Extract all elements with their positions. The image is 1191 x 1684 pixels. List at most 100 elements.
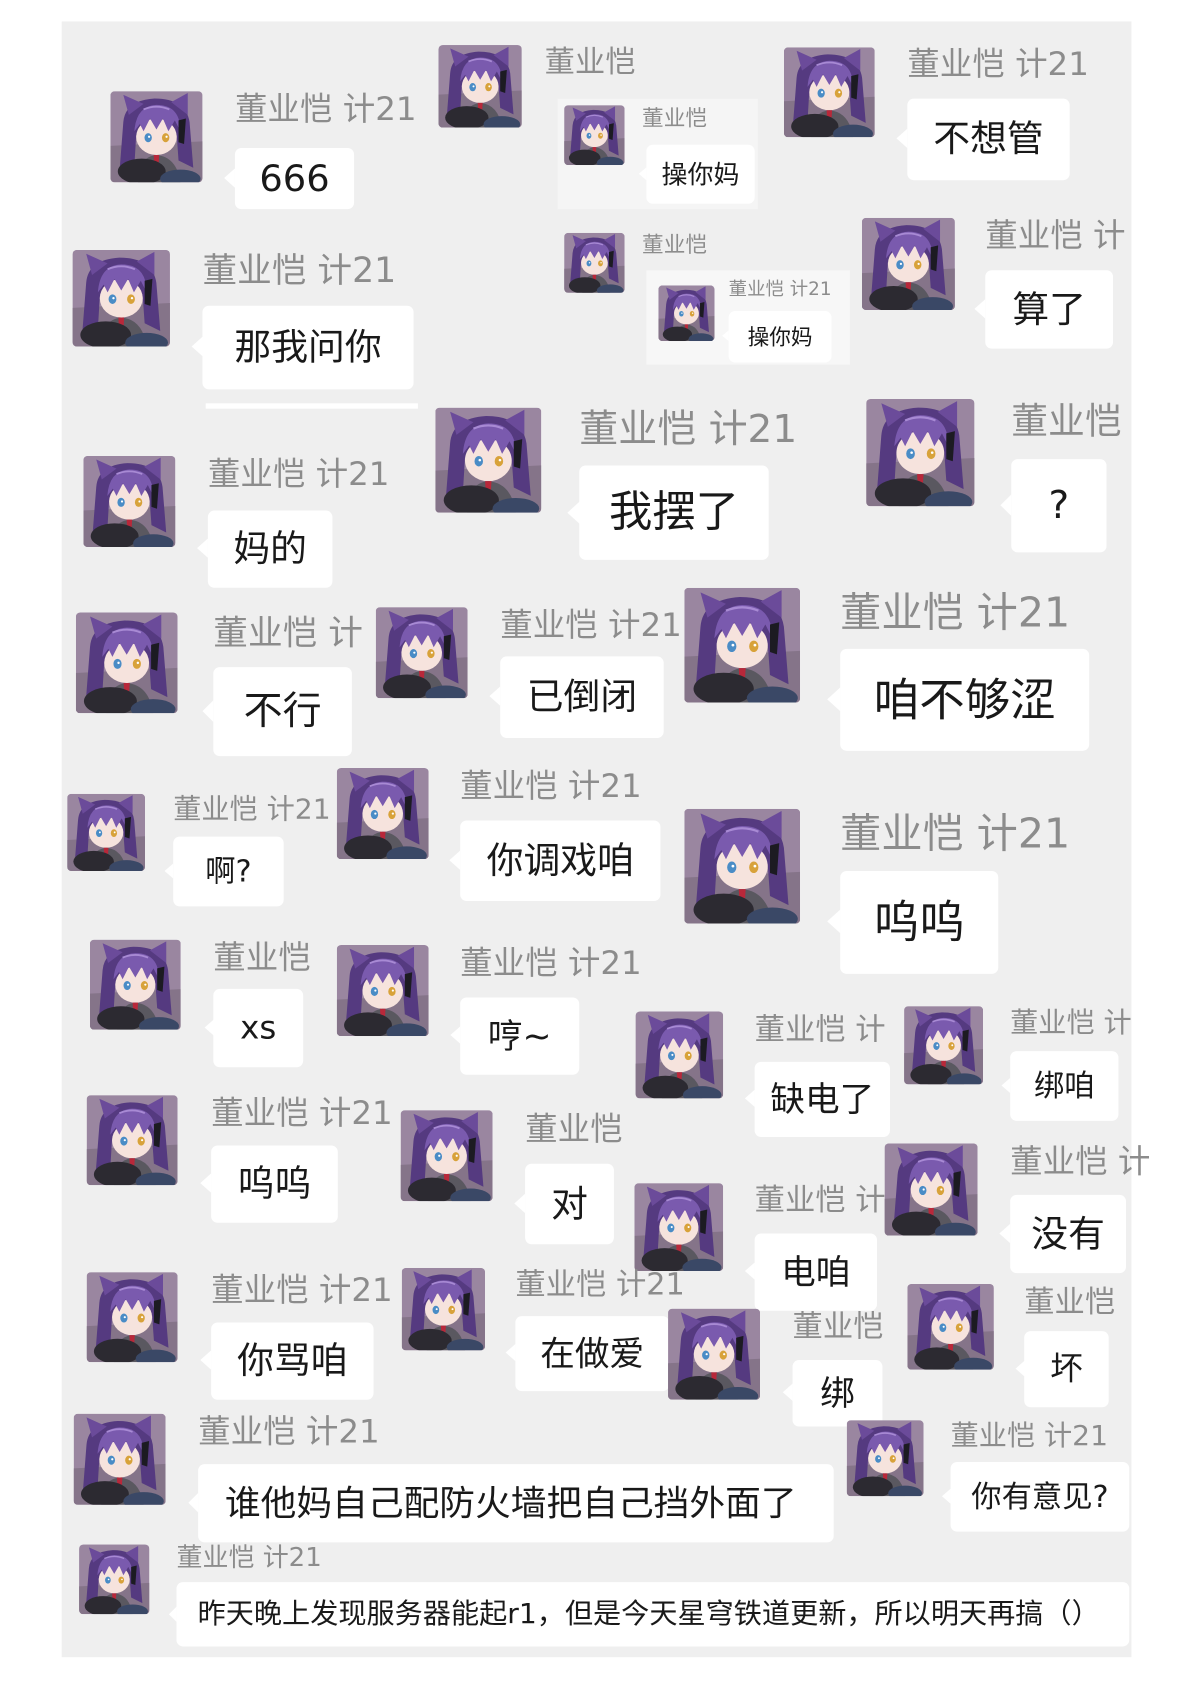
avatar[interactable] (684, 809, 800, 924)
quoted-avatar[interactable] (658, 285, 714, 341)
avatar[interactable] (83, 456, 175, 547)
sender-name: 董业恺 计21 (840, 588, 1071, 637)
message-bubble: 绑 (782, 1360, 883, 1427)
quoted-avatar[interactable] (564, 105, 625, 165)
avatar-image (907, 1284, 994, 1370)
avatar[interactable] (376, 607, 468, 698)
avatar[interactable] (907, 1284, 994, 1370)
sender-name: 董业恺 计21 (579, 407, 798, 452)
avatar-image (904, 1006, 983, 1084)
sender-name: 董业恺 (1011, 400, 1122, 443)
sender-name: 董业恺 计21 (460, 944, 642, 983)
message-bubble: xs (204, 988, 304, 1068)
white-divider (205, 403, 418, 409)
avatar-image (87, 1095, 178, 1185)
sender-name: 董业恺 (1024, 1283, 1116, 1320)
avatar-image (74, 1414, 166, 1505)
message-bubble: 电咱 (744, 1233, 877, 1311)
message-bubble: 哼~ (450, 997, 580, 1075)
avatar-image (784, 47, 875, 137)
message-bubble: 不行 (202, 667, 352, 757)
sender-name: 董业恺 计21 (202, 249, 397, 291)
sender-name: 董业恺 计21 (950, 1420, 1108, 1453)
avatar[interactable] (634, 1183, 723, 1271)
sender-name: 董业恺 计 (1010, 1007, 1132, 1040)
avatar[interactable] (885, 1143, 978, 1235)
message-bubble: 缺电了 (744, 1061, 890, 1137)
avatar-image (79, 1545, 149, 1615)
message-bubble: 你骂咱 (200, 1322, 374, 1400)
message-bubble: 咱不够涩 (827, 648, 1090, 751)
message-bubble: 呜呜 (827, 870, 999, 974)
message-bubble: 绑咱 (1001, 1051, 1119, 1121)
avatar[interactable] (337, 945, 429, 1036)
avatar[interactable] (74, 1414, 166, 1505)
avatar[interactable] (337, 768, 429, 859)
avatar[interactable] (866, 399, 974, 506)
message-bubble: 在做爱 (505, 1316, 670, 1392)
avatar[interactable] (90, 940, 181, 1030)
avatar[interactable] (636, 1011, 724, 1098)
message-bubble: 你调戏咱 (449, 820, 661, 901)
sender-name: 董业恺 计 (985, 217, 1126, 256)
sender-name: 董业恺 计21 (907, 46, 1089, 84)
avatar[interactable] (87, 1272, 178, 1362)
sender-name: 董业恺 (544, 43, 636, 80)
sender-name: 董业恺 (525, 1111, 623, 1149)
sender-name: 董业恺 计21 (234, 91, 417, 129)
avatar-image (73, 250, 170, 347)
avatar[interactable] (668, 1309, 760, 1400)
sender-name: 董业恺 计 (754, 1011, 886, 1047)
avatar-image (376, 607, 468, 698)
avatar[interactable] (401, 1110, 493, 1201)
avatar-image (337, 945, 429, 1036)
avatar[interactable] (904, 1006, 983, 1084)
message-bubble: 呜呜 (200, 1145, 338, 1223)
avatar[interactable] (73, 250, 170, 347)
avatar[interactable] (402, 1268, 485, 1351)
avatar[interactable] (564, 233, 625, 293)
sender-name: 董业恺 计21 (173, 793, 331, 826)
avatar-image (435, 408, 541, 513)
avatar[interactable] (110, 91, 202, 182)
avatar-image (402, 1268, 485, 1351)
quoted-message-bubble: 操你妈 (722, 311, 832, 363)
message-bubble: 666 (224, 148, 355, 210)
quoted-sender-name: 董业恺 计21 (728, 278, 832, 301)
avatar-image (67, 794, 145, 871)
sender-name: 董业恺 计21 (211, 1095, 393, 1133)
avatar[interactable] (76, 612, 178, 713)
quoted-sender-name: 董业恺 (642, 105, 708, 131)
message-bubble: ? (1000, 459, 1107, 553)
message-bubble: 谁他妈自己配防火墙把自己挡外面了 (188, 1464, 834, 1543)
avatar[interactable] (784, 47, 875, 137)
message-bubble: 坏 (1015, 1331, 1109, 1408)
avatar-image (438, 45, 521, 128)
message-bubble: 算了 (974, 270, 1114, 349)
avatar[interactable] (438, 45, 521, 128)
sender-name: 董业恺 计21 (211, 1272, 393, 1310)
avatar-image (87, 1272, 178, 1362)
avatar[interactable] (435, 408, 541, 513)
message-bubble: 我摆了 (567, 465, 769, 560)
sender-name: 董业恺 计21 (515, 1266, 685, 1303)
avatar[interactable] (67, 794, 145, 871)
sender-name: 董业恺 (642, 231, 708, 258)
avatar-image (862, 218, 955, 310)
message-bubble: 没有 (999, 1194, 1127, 1274)
avatar-image (564, 233, 625, 293)
sender-name: 董业恺 计21 (460, 767, 642, 806)
avatar[interactable] (87, 1095, 178, 1185)
avatar-image (76, 612, 178, 713)
avatar[interactable] (684, 588, 800, 703)
message-bubble: 你有意见? (942, 1461, 1130, 1532)
avatar[interactable] (847, 1420, 924, 1496)
message-bubble: 妈的 (197, 510, 333, 588)
avatar[interactable] (79, 1545, 149, 1615)
message-bubble: 已倒闭 (489, 656, 664, 738)
sender-name: 董业恺 计21 (198, 1413, 380, 1452)
avatar[interactable] (862, 218, 955, 310)
message-bubble: 昨天晚上发现服务器能起r1，但是今天星穹铁道更新，所以明天再搞（） (168, 1582, 1130, 1647)
avatar-image (90, 940, 181, 1030)
sender-name: 董业恺 计21 (500, 607, 682, 645)
